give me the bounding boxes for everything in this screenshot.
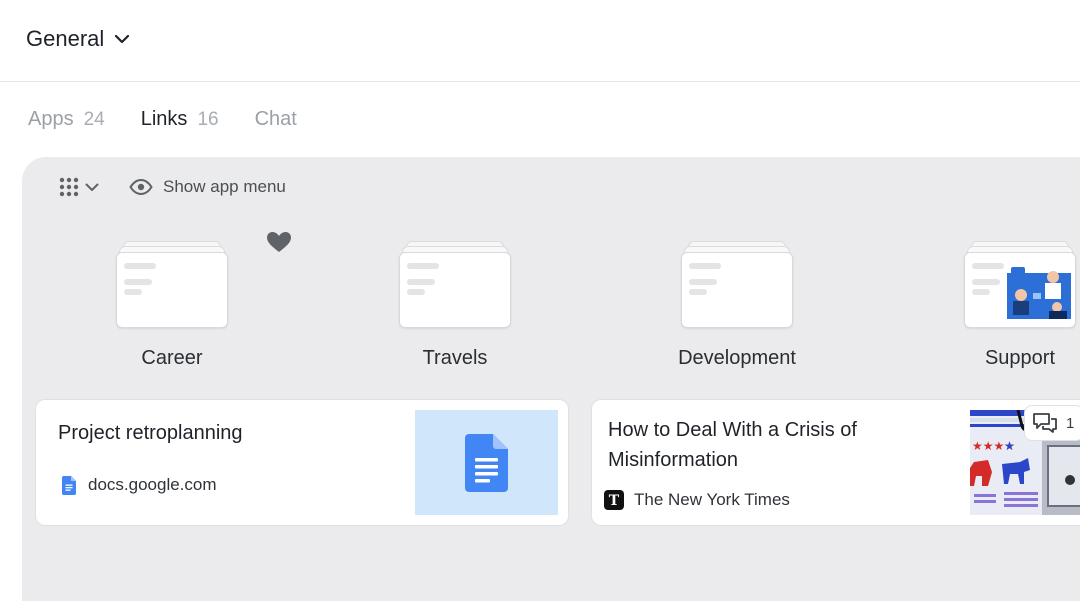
svg-text:T: T [609, 493, 620, 509]
show-app-menu-label: Show app menu [163, 177, 286, 196]
workspace-selector[interactable]: General [26, 26, 130, 52]
chevron-down-icon [115, 34, 130, 44]
tab-label: Links [140, 108, 188, 130]
tab-bar: Apps 24 Links 16 Chat [28, 108, 333, 131]
folder-icon [399, 239, 511, 329]
support-illustration [1007, 267, 1071, 319]
header: General [0, 0, 1080, 82]
folder-label: Career [141, 347, 203, 369]
links-panel: Show app menu Career Travels Development… [22, 157, 1080, 601]
link-card-source: T The New York Times [604, 490, 790, 510]
view-switcher-button[interactable] [59, 177, 99, 197]
panel-toolbar: Show app menu [59, 177, 286, 197]
tab-label: Apps [28, 108, 74, 130]
folder-development[interactable]: Development [667, 239, 807, 370]
google-docs-icon [465, 433, 508, 492]
folder-support[interactable]: Support [950, 239, 1080, 370]
workspace-title: General [26, 26, 105, 51]
link-card-title: How to Deal With a Crisis of Misinformat… [608, 415, 857, 475]
comment-count: 1 [1066, 414, 1075, 432]
tab-links[interactable]: Links 16 [141, 108, 219, 131]
eye-icon [129, 179, 153, 195]
link-card-docs[interactable]: Project retroplanning docs.google.com [35, 399, 569, 526]
tab-chat[interactable]: Chat [255, 108, 297, 131]
link-card-title-line: How to Deal With a Crisis of [608, 419, 857, 441]
link-card-thumbnail [415, 410, 558, 515]
folder-travels[interactable]: Travels [385, 239, 525, 370]
link-card-domain: docs.google.com [88, 475, 217, 494]
folder-label: Travels [422, 347, 488, 369]
comment-icon [1033, 413, 1057, 433]
grid-icon [59, 177, 79, 197]
folder-icon [116, 239, 228, 329]
link-card-title-line: Misinformation [608, 449, 739, 471]
show-app-menu-button[interactable]: Show app menu [129, 177, 286, 197]
nyt-logo-icon: T [604, 490, 624, 510]
link-card-publisher: The New York Times [634, 490, 790, 509]
folder-career[interactable]: Career [102, 239, 242, 370]
link-card-source: docs.google.com [62, 475, 217, 495]
tab-label: Chat [254, 108, 297, 130]
heart-icon[interactable] [266, 231, 292, 258]
link-card-nyt[interactable]: How to Deal With a Crisis of Misinformat… [591, 399, 1080, 526]
folder-label: Support [984, 347, 1056, 369]
svg-text:★: ★ [1004, 439, 1015, 453]
tab-apps[interactable]: Apps 24 [28, 108, 105, 131]
tab-count: 16 [197, 109, 219, 130]
google-docs-icon [62, 475, 76, 495]
folder-label: Development [678, 347, 796, 369]
folder-icon [681, 239, 793, 329]
tab-count: 24 [83, 109, 105, 130]
folder-icon [964, 239, 1076, 329]
comments-button[interactable]: 1 [1024, 405, 1080, 441]
chevron-down-icon [85, 183, 99, 191]
link-card-title: Project retroplanning [58, 422, 243, 444]
